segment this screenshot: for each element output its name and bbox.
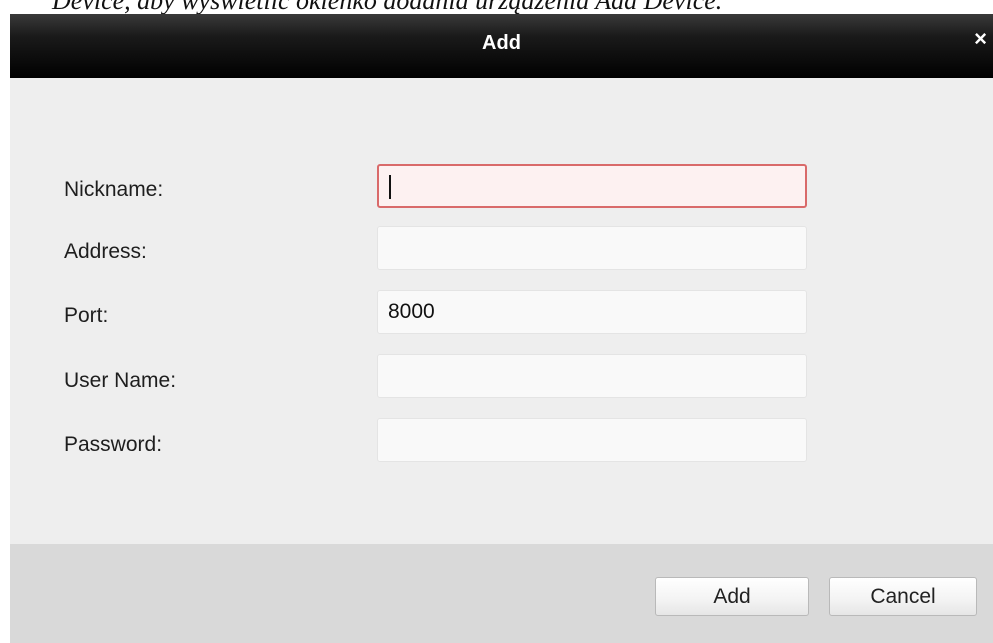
port-label: Port: bbox=[64, 304, 109, 327]
nickname-input[interactable] bbox=[377, 164, 807, 208]
text-caret bbox=[389, 175, 391, 199]
dialog-title: Add bbox=[482, 32, 521, 54]
cancel-button[interactable]: Cancel bbox=[829, 577, 977, 616]
address-label: Address: bbox=[64, 240, 147, 263]
user-name-label: User Name: bbox=[64, 369, 177, 392]
password-input[interactable] bbox=[377, 418, 807, 462]
add-device-dialog: Add × Nickname: Address: Port: User Name… bbox=[10, 14, 993, 643]
password-label: Password: bbox=[64, 433, 163, 456]
nickname-label: Nickname: bbox=[64, 178, 164, 201]
close-icon[interactable]: × bbox=[974, 28, 987, 50]
port-input[interactable] bbox=[377, 290, 807, 334]
add-button[interactable]: Add bbox=[655, 577, 809, 616]
dialog-titlebar: Add × bbox=[10, 14, 993, 78]
address-input[interactable] bbox=[377, 226, 807, 270]
user-name-input[interactable] bbox=[377, 354, 807, 398]
